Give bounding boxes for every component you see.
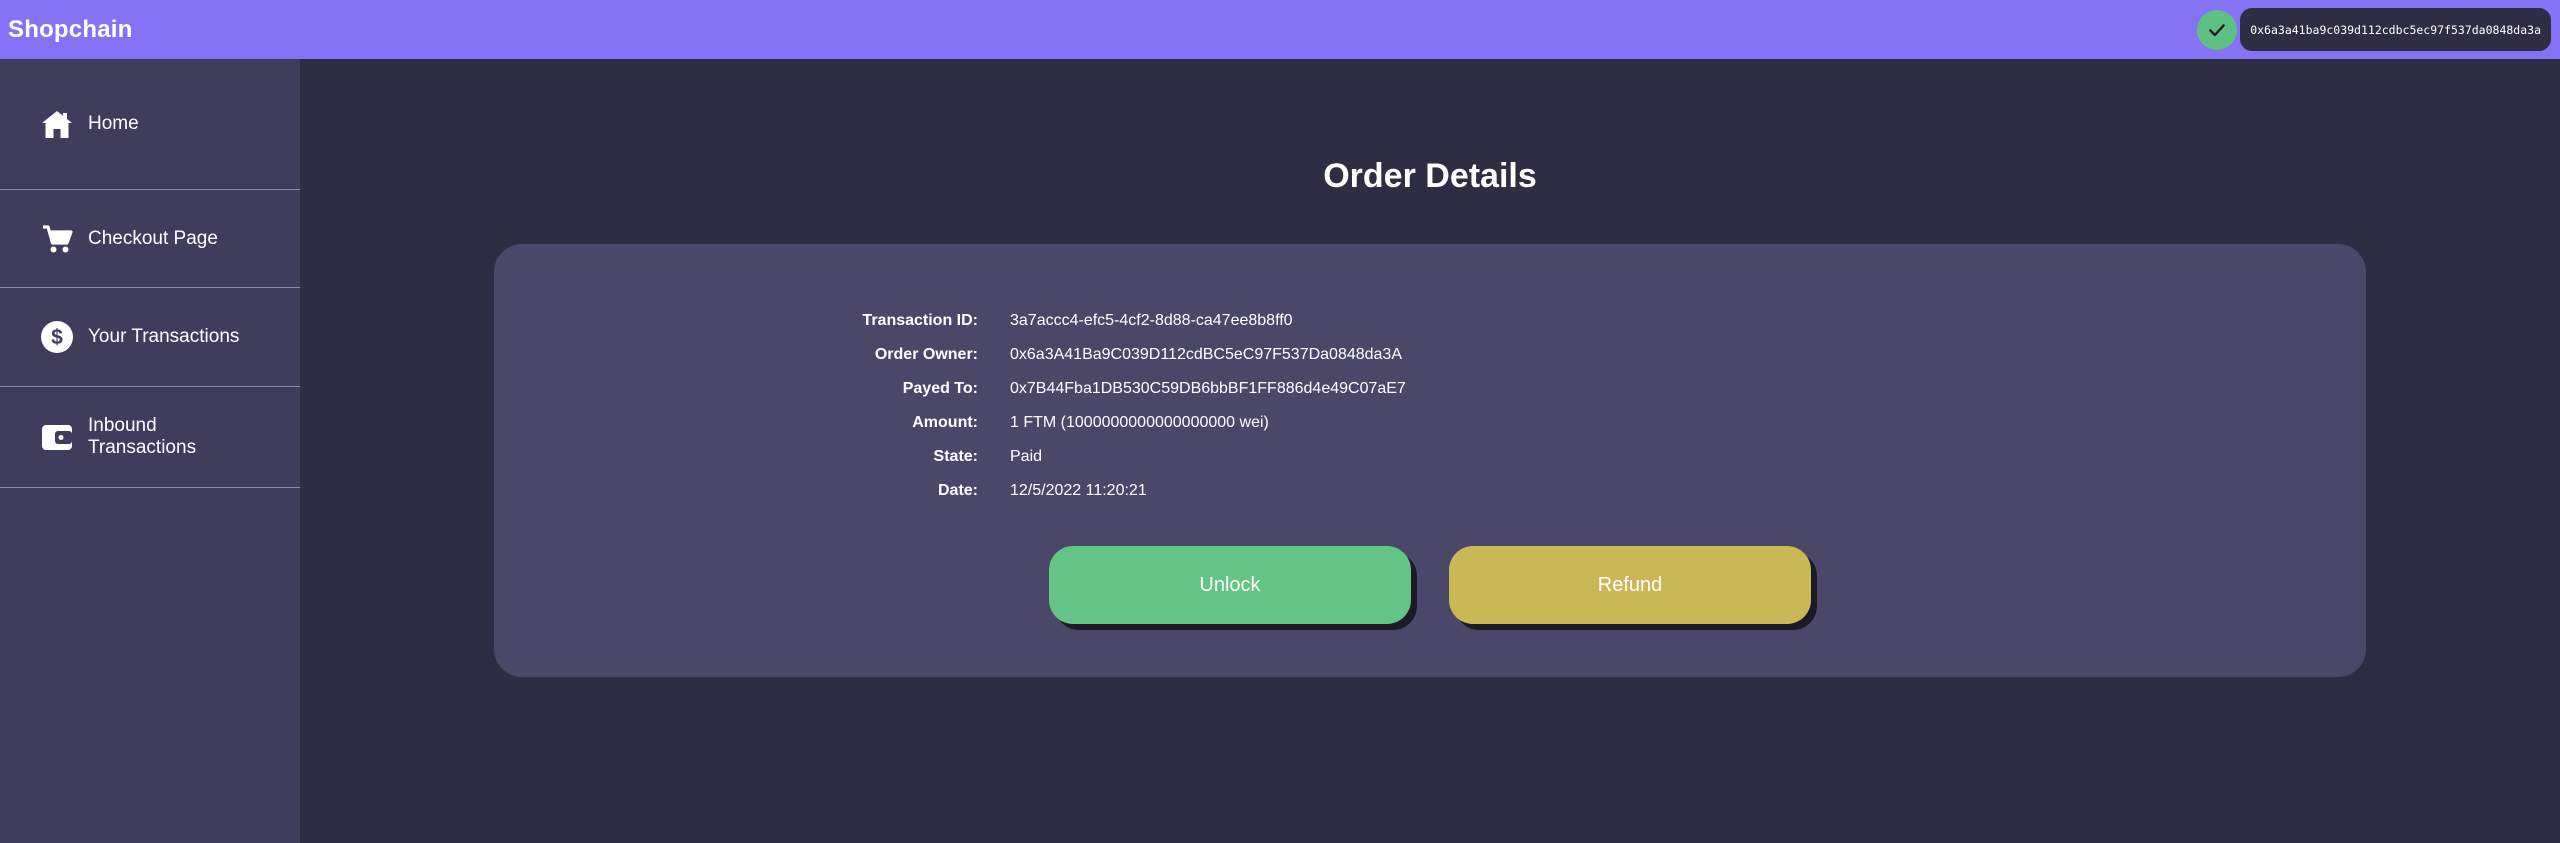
- detail-row-order-owner: Order Owner: 0x6a3A41Ba9C039D112cdBC5eC9…: [494, 338, 2366, 372]
- detail-key: Amount:: [912, 414, 978, 431]
- sidebar-item-label: Your Transactions: [88, 326, 240, 347]
- home-icon: [40, 107, 74, 141]
- sidebar-item-label: Home: [88, 113, 139, 134]
- wallet-address[interactable]: 0x6a3a41ba9c039d112cdbc5ec97f537da0848da…: [2240, 8, 2551, 51]
- wallet-icon: [40, 420, 74, 454]
- svg-text:$: $: [51, 326, 63, 349]
- detail-value: 1 FTM (1000000000000000000 wei): [1010, 414, 1269, 431]
- detail-value: Paid: [1010, 448, 1043, 465]
- wallet-status[interactable]: 0x6a3a41ba9c039d112cdbc5ec97f537da0848da…: [2197, 8, 2551, 51]
- order-details-list: Transaction ID: 3a7accc4-efc5-4cf2-8d88-…: [494, 304, 2366, 508]
- sidebar-item-label: Inbound Transactions: [88, 415, 197, 458]
- detail-value: 3a7accc4-efc5-4cf2-8d88-ca47ee8b8ff0: [1010, 312, 1293, 329]
- detail-row-payed-to: Payed To: 0x7B44Fba1DB530C59DB6bbBF1FF88…: [494, 372, 2366, 406]
- app-title[interactable]: Shopchain: [8, 16, 132, 44]
- detail-key: Transaction ID:: [862, 312, 978, 329]
- top-bar: Shopchain 0x6a3a41ba9c039d112cdbc5ec97f5…: [0, 0, 2560, 59]
- detail-value: 0x6a3A41Ba9C039D112cdBC5eC97F537Da0848da…: [1010, 346, 1402, 363]
- detail-value: 12/5/2022 11:20:21: [1010, 482, 1147, 499]
- order-details-card: Transaction ID: 3a7accc4-efc5-4cf2-8d88-…: [494, 244, 2366, 677]
- dollar-icon: $: [40, 320, 74, 354]
- cart-icon: [40, 222, 74, 256]
- detail-key: Payed To:: [902, 380, 978, 397]
- check-icon: [2197, 9, 2238, 50]
- sidebar-item-label: Checkout Page: [88, 227, 218, 249]
- page-title: Order Details: [1323, 157, 1537, 195]
- detail-key: State:: [933, 448, 978, 465]
- sidebar-item-home[interactable]: Home: [0, 59, 300, 190]
- detail-row-amount: Amount: 1 FTM (1000000000000000000 wei): [494, 406, 2366, 440]
- detail-key: Date:: [937, 482, 978, 499]
- sidebar: Home Checkout Page $ Your Transactions I…: [0, 59, 300, 843]
- detail-row-transaction-id: Transaction ID: 3a7accc4-efc5-4cf2-8d88-…: [494, 304, 2366, 338]
- detail-key: Order Owner:: [874, 346, 978, 363]
- detail-row-date: Date: 12/5/2022 11:20:21: [494, 474, 2366, 508]
- sidebar-item-checkout[interactable]: Checkout Page: [0, 190, 300, 288]
- detail-value: 0x7B44Fba1DB530C59DB6bbBF1FF886d4e49C07a…: [1010, 380, 1406, 397]
- refund-button[interactable]: Refund: [1449, 546, 1811, 624]
- sidebar-item-inbound-transactions[interactable]: Inbound Transactions: [0, 387, 300, 488]
- unlock-button[interactable]: Unlock: [1049, 546, 1411, 624]
- detail-row-state: State: Paid: [494, 440, 2366, 474]
- sidebar-item-your-transactions[interactable]: $ Your Transactions: [0, 288, 300, 387]
